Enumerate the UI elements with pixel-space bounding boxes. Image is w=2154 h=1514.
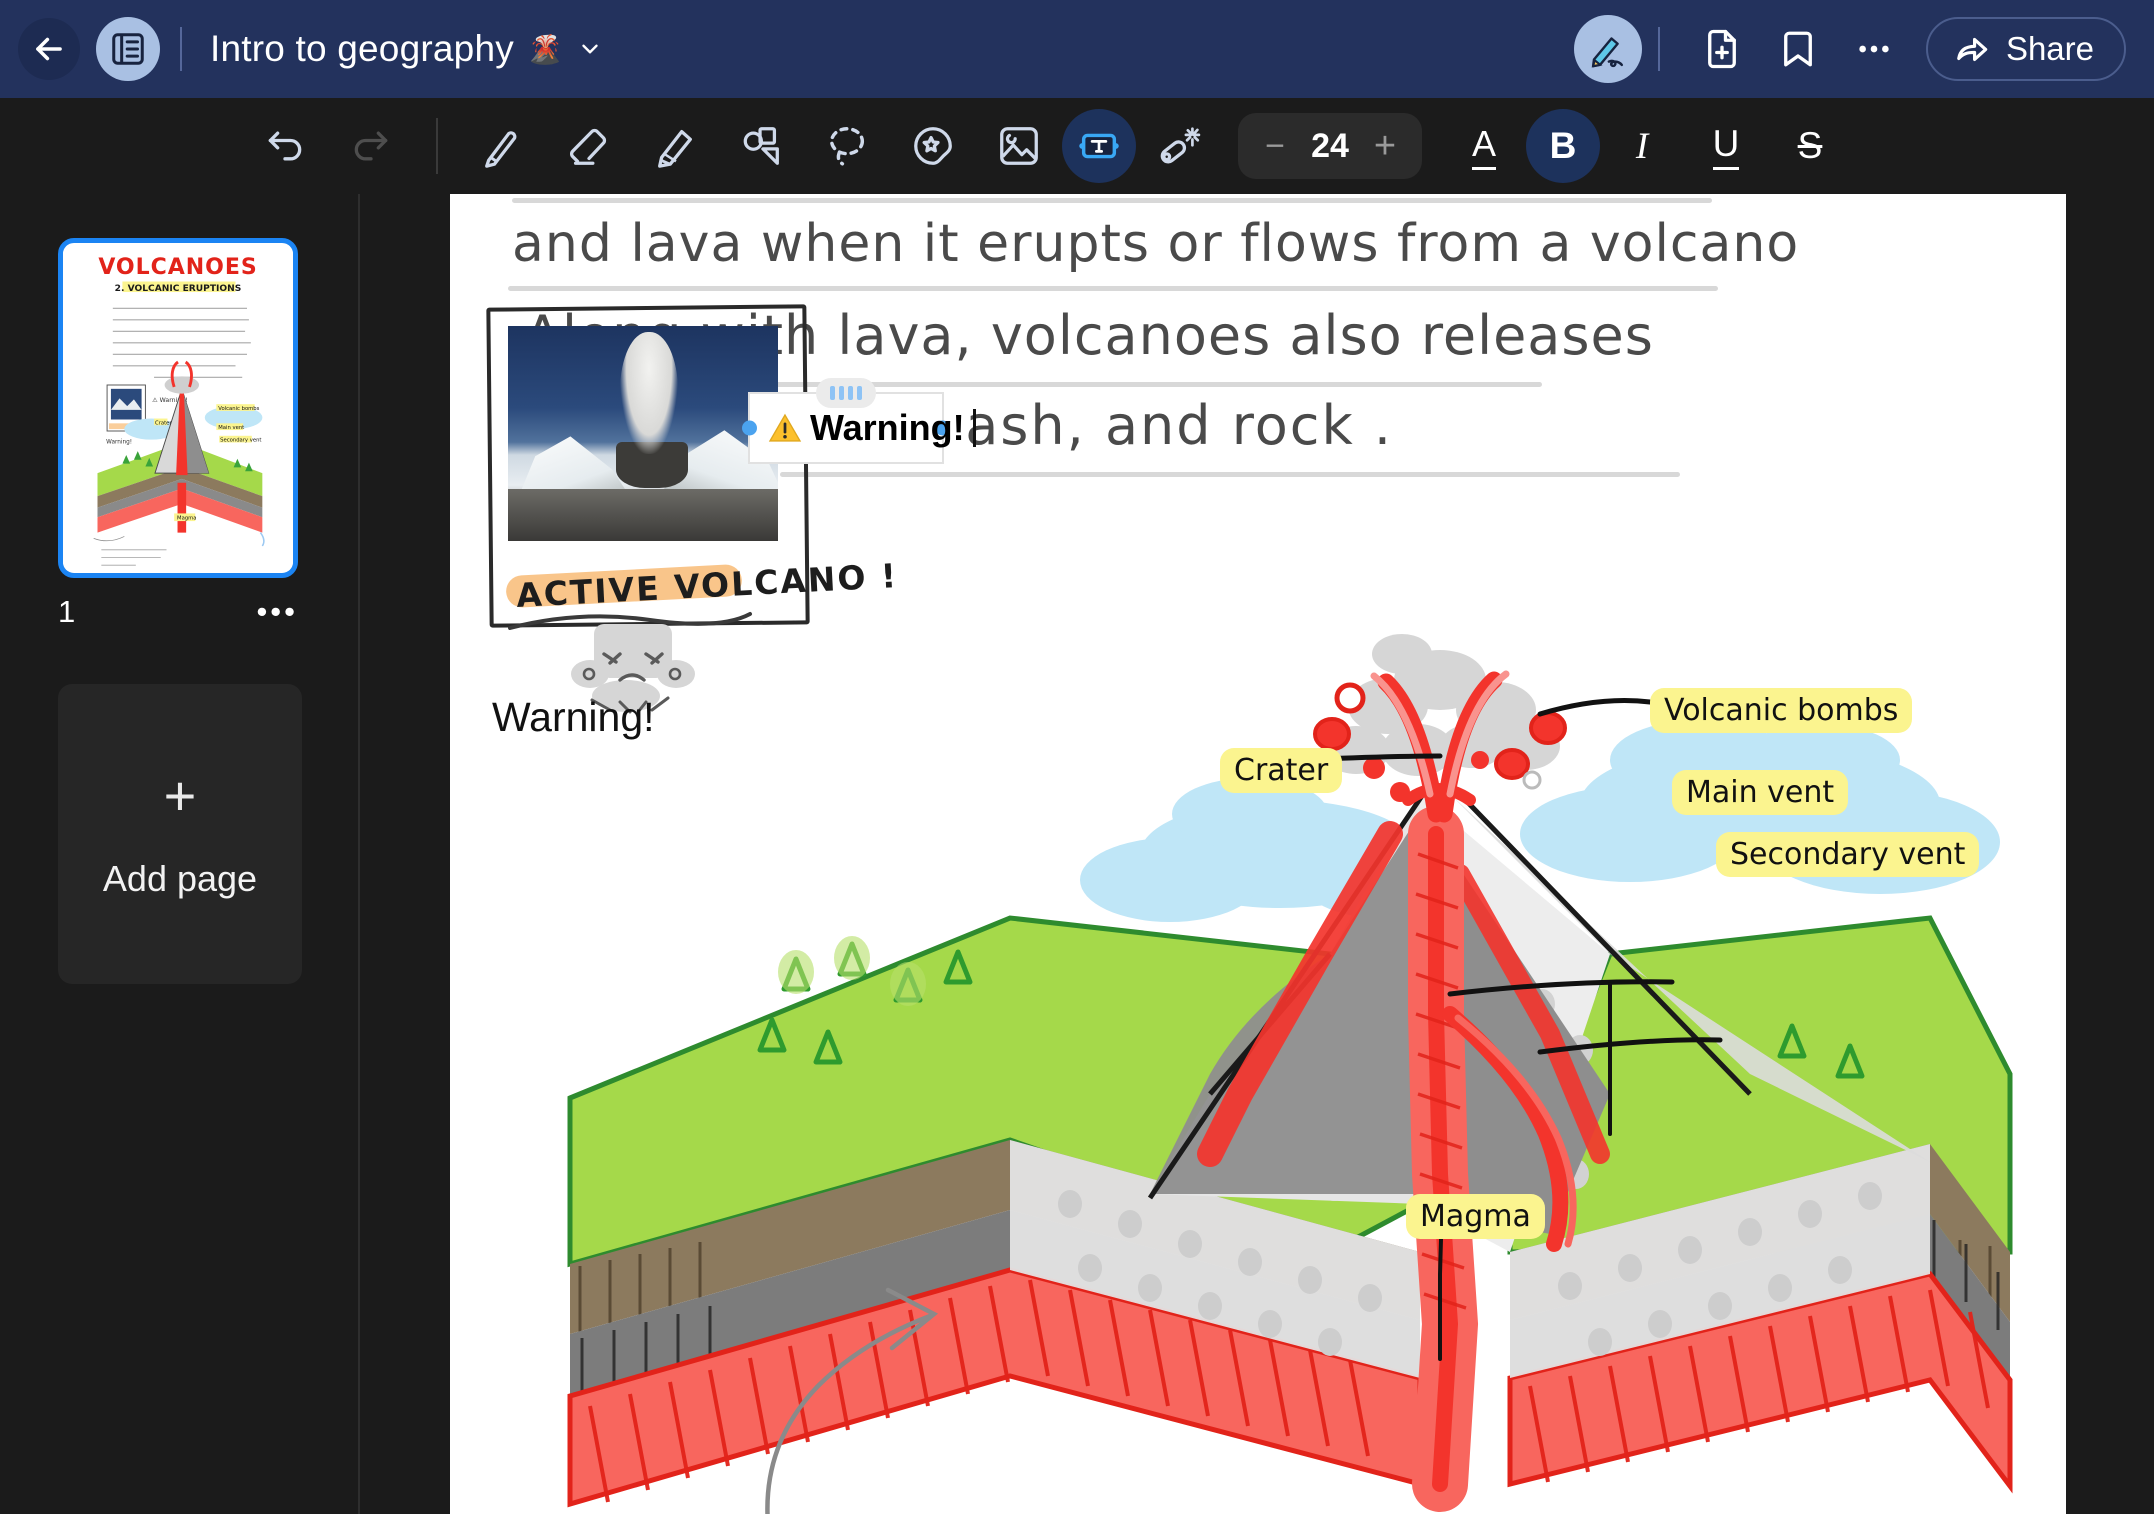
topbar-divider [180, 27, 182, 71]
font-size-increase-button[interactable]: + [1358, 116, 1412, 176]
plus-icon: + [1373, 124, 1397, 167]
image-icon [1000, 127, 1038, 165]
svg-text:Magma: Magma [177, 516, 196, 522]
highlighter-icon [658, 129, 692, 168]
active-text-box[interactable]: Warning! [742, 378, 976, 464]
svg-text:VOLCANOES: VOLCANOES [98, 255, 257, 280]
svg-text:Warning!: Warning! [106, 439, 132, 445]
redo-button[interactable] [328, 109, 414, 183]
drag-bar [839, 386, 844, 400]
magic-wand-icon [1160, 127, 1201, 164]
text-box-content[interactable]: Warning! [768, 407, 976, 449]
topbar-divider-2 [1657, 27, 1660, 71]
more-options-button[interactable] [1836, 11, 1912, 87]
image-tool[interactable] [976, 109, 1062, 183]
page-title: Intro to geography [210, 28, 514, 69]
lasso-icon [829, 127, 865, 166]
shapes-tool[interactable] [718, 109, 804, 183]
redo-icon [354, 131, 388, 161]
chevron-down-icon[interactable] [577, 36, 603, 62]
minus-icon: − [1265, 126, 1285, 165]
share-arrow-icon [1957, 37, 1988, 62]
eraser-tool[interactable] [546, 109, 632, 183]
top-bar: Intro to geography 🌋 Share [0, 0, 2154, 98]
notebook-icon [112, 33, 144, 65]
drag-bar [848, 386, 853, 400]
bold-button[interactable]: B [1526, 109, 1600, 183]
drag-bar [857, 386, 862, 400]
svg-text:Crater: Crater [155, 420, 172, 426]
share-button[interactable]: Share [1925, 17, 2126, 81]
bold-label: B [1549, 125, 1577, 166]
add-page-card[interactable]: + Add page [58, 684, 302, 984]
underline-button[interactable]: U [1684, 109, 1768, 183]
text-tool[interactable] [1062, 109, 1136, 183]
bookmark-button[interactable] [1760, 11, 1836, 87]
pen-icon [485, 131, 517, 168]
italic-button[interactable]: I [1600, 109, 1684, 183]
shapes-icon [743, 127, 779, 165]
svg-text:Secondary vent: Secondary vent [220, 438, 261, 444]
sticker-star-icon [914, 127, 952, 165]
add-page-label: Add page [102, 858, 258, 899]
undo-icon [268, 131, 302, 161]
notebook-page[interactable]: and lava when it erupts or flows from a … [450, 194, 2066, 1514]
notebook-toggle-button[interactable] [96, 17, 160, 81]
pen-tool[interactable] [460, 109, 546, 183]
sticker-tool[interactable] [890, 109, 976, 183]
svg-text:Volcanic bombs: Volcanic bombs [218, 406, 259, 412]
bookmark-icon [1784, 31, 1812, 67]
label-volcanic-bombs: Volcanic bombs [1650, 688, 1913, 733]
page-thumbnail-1[interactable]: VOLCANOES 2. VOLCANIC ERUPTIONS Warning!… [58, 238, 298, 578]
annotate-mode-button[interactable] [1573, 15, 1642, 83]
page-thumbnail-sidebar: VOLCANOES 2. VOLCANIC ERUPTIONS Warning!… [0, 194, 360, 1514]
back-button[interactable] [18, 18, 80, 80]
label-magma: Magma [1406, 1194, 1545, 1239]
plus-icon: + [163, 764, 197, 827]
topbar-actions: Share [1573, 11, 2154, 87]
undo-button[interactable] [242, 109, 328, 183]
toolbar-divider-1 [436, 118, 438, 174]
label-main-vent: Main vent [1672, 770, 1849, 815]
text-cursor [972, 409, 976, 447]
text-box-value: Warning! [810, 407, 965, 448]
add-page-button[interactable] [1684, 11, 1760, 87]
lasso-tool[interactable] [804, 109, 890, 183]
share-label: Share [2005, 30, 2094, 67]
text-box-drag-handle[interactable] [816, 378, 876, 408]
thumbnail-meta-row: 1 ••• [58, 594, 298, 630]
magic-tool[interactable] [1136, 109, 1222, 183]
label-secondary-vent: Secondary vent [1716, 832, 1980, 877]
page-number: 1 [58, 594, 76, 629]
strikethrough-button[interactable]: S [1768, 109, 1852, 183]
font-size-decrease-button[interactable]: − [1248, 116, 1302, 176]
drag-bar [830, 386, 835, 400]
underline-label: U [1712, 123, 1740, 170]
page-more-button[interactable]: ••• [256, 594, 298, 630]
warning-triangle-icon [768, 413, 802, 442]
svg-text:Main vent: Main vent [218, 425, 244, 431]
arrow-left-icon [36, 37, 62, 61]
canvas-area[interactable]: and lava when it erupts or flows from a … [362, 194, 2154, 1514]
label-crater: Crater [1220, 748, 1343, 793]
volcano-emoji-icon: 🌋 [527, 33, 563, 65]
eraser-icon [570, 128, 607, 165]
font-size-value: 24 [1311, 126, 1349, 165]
leader-bombs [1537, 698, 1653, 717]
pen-annotate-icon [1591, 37, 1623, 68]
svg-text:2. VOLCANIC ERUPTIONS: 2. VOLCANIC ERUPTIONS [115, 284, 242, 294]
more-horizontal-icon [1859, 45, 1889, 53]
editing-toolbar: − 24 + A B I U S [0, 98, 2154, 194]
highlighter-tool[interactable] [632, 109, 718, 183]
text-color-label: A [1471, 123, 1496, 170]
italic-label: I [1635, 125, 1649, 167]
strikethrough-label: S [1797, 125, 1823, 166]
text-box-resize-handle-left[interactable] [742, 420, 757, 436]
thumbnail-preview: VOLCANOES 2. VOLCANIC ERUPTIONS Warning!… [63, 245, 293, 571]
font-size-stepper[interactable]: − 24 + [1238, 113, 1422, 179]
text-color-button[interactable]: A [1442, 109, 1526, 183]
document-title-menu[interactable]: Intro to geography 🌋 [210, 28, 603, 70]
text-t-icon [1079, 133, 1119, 159]
file-plus-icon [1708, 29, 1736, 69]
